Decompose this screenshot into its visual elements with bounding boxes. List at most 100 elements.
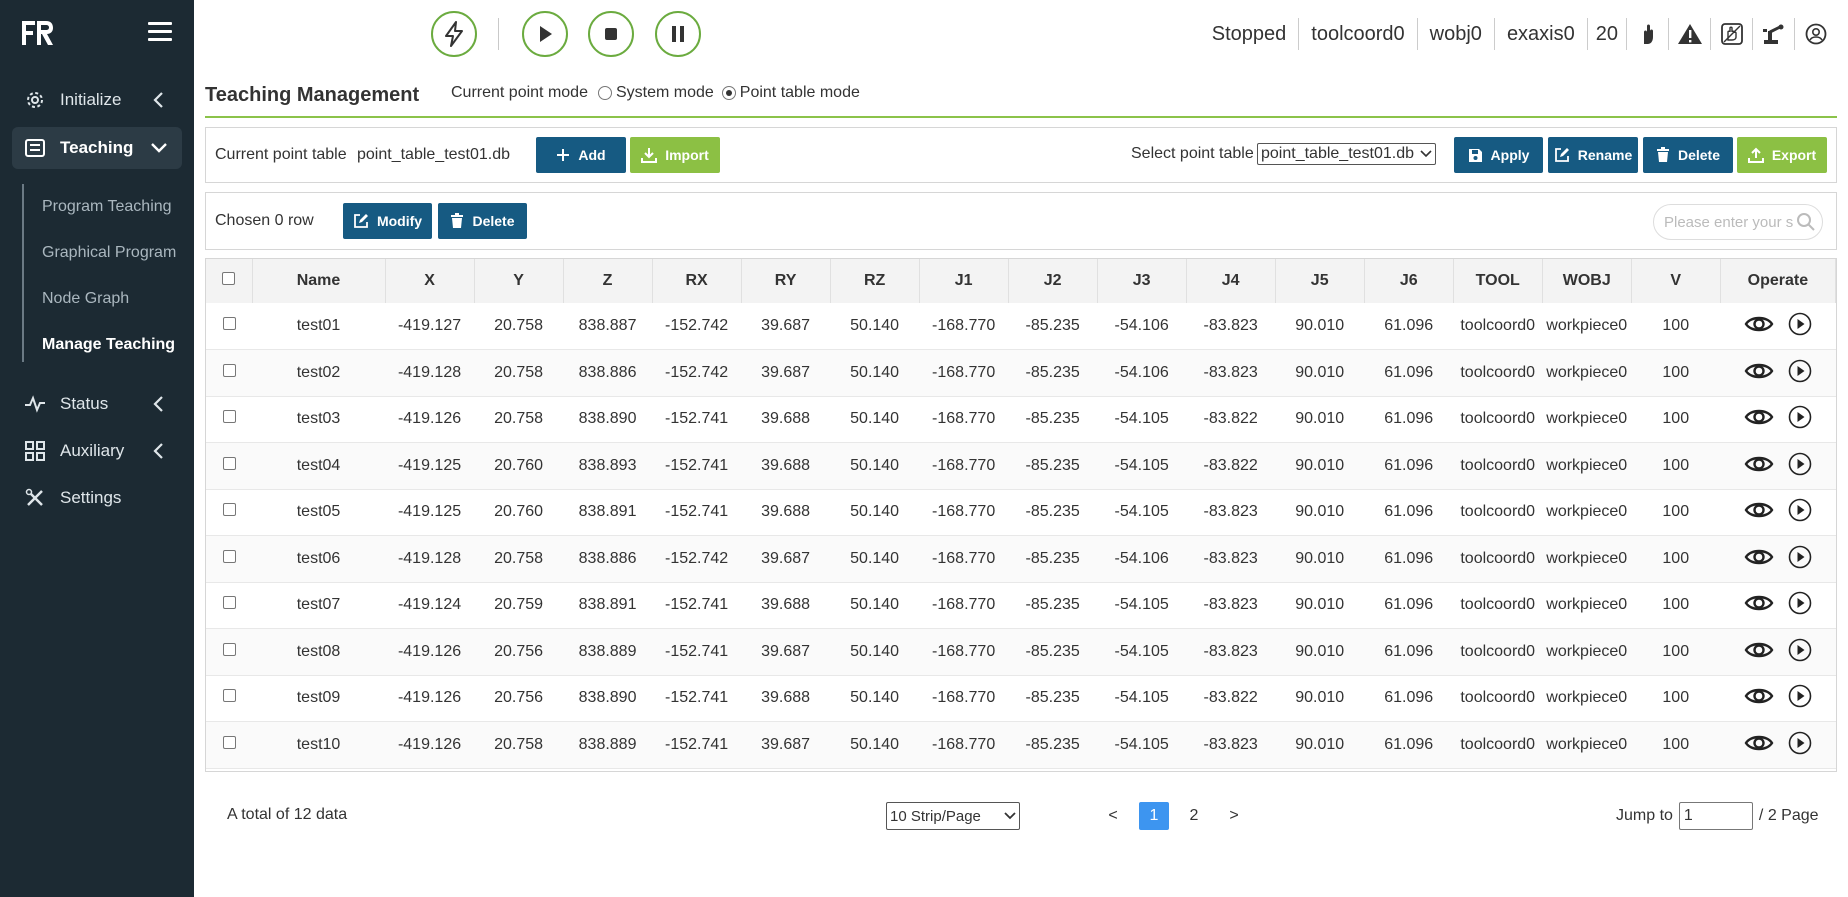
table-cell: toolcoord0 (1453, 721, 1543, 769)
row-checkbox[interactable] (222, 689, 236, 703)
search-input[interactable]: Please enter your s (1653, 204, 1823, 240)
move-to-play-icon[interactable] (1788, 731, 1812, 755)
row-checkbox[interactable] (222, 503, 236, 517)
point-table-select[interactable]: point_table_test01.db (1257, 143, 1436, 165)
table-row[interactable]: test02 -419.128 20.758 838.886 -152.742 39.68… (206, 349, 1836, 397)
jump-page-input[interactable]: 1 (1678, 802, 1753, 830)
next-page-button[interactable]: > (1220, 802, 1248, 830)
page-size-select[interactable]: 10 Strip/Page (886, 802, 1020, 830)
subnav-manage-teaching[interactable]: Manage Teaching (24, 322, 182, 368)
import-button[interactable]: Import (630, 137, 720, 173)
row-checkbox[interactable] (222, 596, 236, 610)
apply-button[interactable]: Apply (1454, 137, 1543, 173)
view-eye-icon[interactable] (1744, 406, 1774, 428)
view-eye-icon[interactable] (1744, 499, 1774, 521)
table-cell: -152.741 (652, 628, 742, 676)
table-cell: 100 (1631, 396, 1721, 443)
row-checkbox[interactable] (222, 642, 236, 656)
row-checkbox[interactable] (222, 549, 236, 563)
table-row[interactable]: test04 -419.125 20.760 838.893 -152.741 39.68… (206, 442, 1836, 490)
row-checkbox[interactable] (222, 456, 236, 470)
chevron-left-icon (150, 442, 168, 460)
subnav-node-graph[interactable]: Node Graph (24, 276, 182, 322)
move-to-play-icon[interactable] (1788, 452, 1812, 476)
move-to-play-icon[interactable] (1788, 359, 1812, 383)
view-eye-icon[interactable] (1744, 732, 1774, 754)
move-to-play-icon[interactable] (1788, 405, 1812, 429)
select-all-checkbox[interactable] (222, 272, 236, 285)
table-row[interactable]: test10 -419.126 20.758 838.889 -152.741 39.68… (206, 721, 1836, 769)
view-eye-icon[interactable] (1744, 592, 1774, 614)
rename-button[interactable]: Rename (1548, 137, 1638, 173)
table-row[interactable]: test09 -419.126 20.756 838.890 -152.741 39.68… (206, 675, 1836, 722)
view-eye-icon[interactable] (1744, 453, 1774, 475)
system-mode-radio[interactable] (597, 86, 612, 100)
table-row[interactable]: test01 -419.127 20.758 838.887 -152.742 39.68… (206, 303, 1836, 350)
view-eye-icon[interactable] (1744, 313, 1774, 335)
view-eye-icon[interactable] (1744, 639, 1774, 661)
prev-page-button[interactable]: < (1099, 802, 1127, 830)
table-cell: workpiece0 (1542, 349, 1632, 397)
point-table-mode-label[interactable]: Point table mode (740, 84, 860, 102)
subnav-graphical-program[interactable]: Graphical Program (24, 230, 182, 276)
delete-table-button[interactable]: Delete (1643, 137, 1733, 173)
view-eye-icon[interactable] (1744, 360, 1774, 382)
move-to-play-icon[interactable] (1788, 684, 1812, 708)
modify-button[interactable]: Modify (343, 203, 432, 239)
page-1-button[interactable]: 1 (1139, 802, 1169, 830)
hand-lock-icon[interactable] (1711, 18, 1753, 50)
table-cell: 838.891 (563, 489, 653, 536)
nav-label: Settings (60, 488, 122, 507)
move-to-play-icon[interactable] (1788, 312, 1812, 336)
nav-item-settings[interactable]: Settings (12, 478, 182, 518)
nav-item-auxiliary[interactable]: Auxiliary (12, 431, 182, 471)
tool-status[interactable]: toolcoord0 (1299, 18, 1418, 50)
row-checkbox[interactable] (222, 317, 236, 330)
run-button[interactable] (522, 11, 568, 57)
table-cell: 39.687 (741, 349, 831, 397)
row-checkbox[interactable] (222, 363, 236, 377)
col-header: RY (741, 259, 831, 303)
system-mode-label[interactable]: System mode (616, 84, 714, 102)
move-to-play-icon[interactable] (1788, 545, 1812, 569)
row-checkbox[interactable] (222, 735, 236, 749)
delete-rows-button[interactable]: Delete (438, 203, 527, 239)
warning-icon[interactable] (1669, 18, 1711, 50)
nav-item-teaching[interactable]: Teaching (12, 127, 182, 169)
move-to-play-icon[interactable] (1788, 591, 1812, 615)
export-button[interactable]: Export (1737, 137, 1827, 173)
robot-arm-icon[interactable] (1753, 18, 1795, 50)
user-icon[interactable] (1795, 18, 1837, 50)
modify-label: Modify (376, 213, 423, 229)
nav-item-initialize[interactable]: Initialize (12, 80, 182, 120)
exaxis-status[interactable]: exaxis0 (1495, 18, 1588, 50)
move-to-play-icon[interactable] (1788, 498, 1812, 522)
hand-drag-icon[interactable] (1627, 18, 1669, 50)
point-table-select-value: point_table_test01.db (1261, 145, 1415, 162)
wobj-status[interactable]: wobj0 (1418, 18, 1495, 50)
stop-button[interactable] (588, 11, 634, 57)
speed-status[interactable]: 20 (1588, 18, 1627, 50)
add-button[interactable]: Add (536, 137, 626, 173)
view-eye-icon[interactable] (1744, 685, 1774, 707)
table-row[interactable]: test06 -419.128 20.758 838.886 -152.742 39.68… (206, 535, 1836, 583)
enable-button[interactable] (431, 11, 477, 57)
table-row[interactable]: test05 -419.125 20.760 838.891 -152.741 39.68… (206, 489, 1836, 536)
table-cell: 61.096 (1364, 442, 1454, 490)
table-row[interactable]: test08 -419.126 20.756 838.889 -152.741 39.68… (206, 628, 1836, 676)
subnav-program-teaching[interactable]: Program Teaching (24, 184, 182, 230)
point-table-mode-radio[interactable] (721, 86, 736, 100)
table-row[interactable]: test03 -419.126 20.758 838.890 -152.741 39.68… (206, 396, 1836, 443)
row-checkbox[interactable] (222, 410, 236, 424)
search-icon[interactable] (1796, 212, 1816, 236)
table-row[interactable]: test07 -419.124 20.759 838.891 -152.741 39.68… (206, 582, 1836, 629)
menu-toggle-icon[interactable] (148, 22, 172, 42)
pause-button[interactable] (655, 11, 701, 57)
table-cell: -152.741 (652, 489, 742, 536)
row-select-cell (206, 675, 252, 722)
view-eye-icon[interactable] (1744, 546, 1774, 568)
move-to-play-icon[interactable] (1788, 638, 1812, 662)
search-placeholder: Please enter your s (1664, 213, 1794, 231)
nav-item-status[interactable]: Status (12, 384, 182, 424)
page-2-button[interactable]: 2 (1180, 802, 1208, 830)
